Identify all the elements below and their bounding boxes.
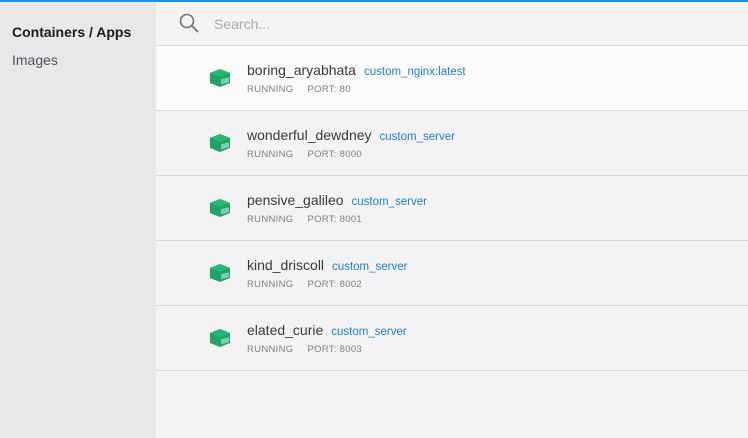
container-icon — [210, 264, 230, 282]
container-row[interactable]: wonderful_dewdney custom_server RUNNING PO… — [156, 111, 748, 176]
container-row[interactable]: pensive_galileo custom_server RUNNING PORT… — [156, 176, 748, 241]
container-port: PORT: 8000 — [307, 149, 363, 160]
container-meta: RUNNING PORT: 8003 — [247, 344, 362, 355]
container-row[interactable]: boring_aryabhata custom_nginx:latest RUNN… — [156, 46, 748, 111]
container-port: PORT: 8003 — [307, 344, 363, 355]
container-image-link[interactable]: custom_server — [331, 326, 406, 338]
container-port: PORT: 8002 — [307, 279, 363, 290]
container-meta: RUNNING PORT: 8001 — [247, 214, 362, 225]
container-name: kind_driscoll — [247, 257, 325, 273]
container-name: pensive_galileo — [247, 192, 344, 208]
container-meta: RUNNING PORT: 8002 — [247, 279, 362, 290]
container-status: RUNNING — [247, 84, 294, 95]
app-window: Containers / Apps Images Search... borin… — [0, 0, 748, 438]
container-icon — [210, 134, 230, 152]
search-icon — [179, 13, 199, 33]
container-name-line: wonderful_dewdney custom_server — [247, 127, 455, 143]
container-status: RUNNING — [247, 214, 294, 225]
container-image-link[interactable]: custom_server — [332, 261, 407, 273]
container-name-line: boring_aryabhata custom_nginx:latest — [247, 62, 466, 78]
container-icon — [210, 69, 230, 87]
container-port: PORT: 80 — [307, 84, 351, 95]
container-meta: RUNNING PORT: 8000 — [247, 149, 362, 160]
container-name: elated_curie — [247, 322, 324, 338]
container-name-line: elated_curie custom_server — [247, 322, 407, 338]
container-image-link[interactable]: custom_nginx:latest — [364, 66, 466, 78]
container-status: RUNNING — [247, 149, 294, 160]
container-icon — [210, 329, 230, 347]
container-name: wonderful_dewdney — [247, 127, 372, 143]
container-icon — [210, 199, 230, 217]
search-input[interactable] — [214, 12, 734, 36]
main-panel: boring_aryabhata custom_nginx:latest RUNN… — [156, 2, 748, 438]
sidebar: Containers / Apps Images — [0, 2, 156, 438]
container-image-link[interactable]: custom_server — [380, 131, 455, 143]
search-bar — [156, 2, 748, 46]
container-name-line: kind_driscoll custom_server — [247, 257, 407, 273]
container-image-link[interactable]: custom_server — [352, 196, 427, 208]
container-row[interactable]: kind_driscoll custom_server RUNNING PORT: … — [156, 241, 748, 306]
sidebar-item-images[interactable]: Images — [0, 52, 156, 68]
container-status: RUNNING — [247, 344, 294, 355]
container-status: RUNNING — [247, 279, 294, 290]
container-meta: RUNNING PORT: 80 — [247, 84, 351, 95]
container-row[interactable]: elated_curie custom_server RUNNING PORT: 8… — [156, 306, 748, 371]
container-port: PORT: 8001 — [307, 214, 363, 225]
sidebar-item-containers-apps[interactable]: Containers / Apps — [0, 24, 156, 40]
container-name-line: pensive_galileo custom_server — [247, 192, 427, 208]
container-name: boring_aryabhata — [247, 62, 356, 78]
container-list: boring_aryabhata custom_nginx:latest RUNN… — [156, 46, 748, 371]
